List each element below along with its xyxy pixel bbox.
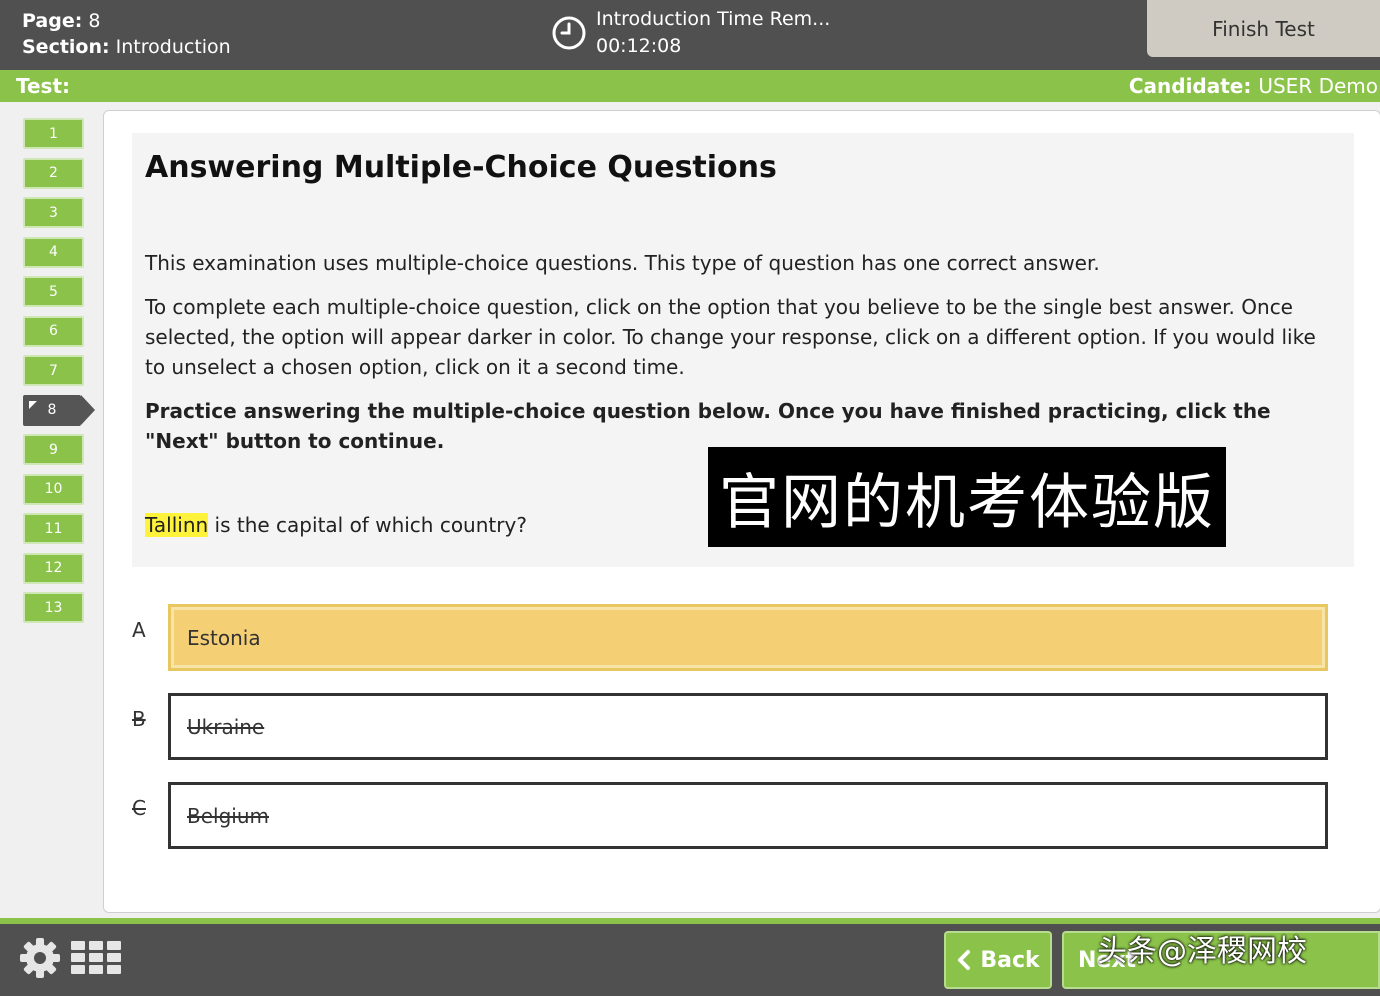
timer-value: 00:12:08: [596, 35, 682, 57]
option-c[interactable]: Belgium: [168, 782, 1328, 849]
candidate-name: USER Demo: [1258, 74, 1378, 98]
timer: Introduction Time Rem... 00:12:08: [550, 6, 830, 60]
question-nav: 1 2 3 4 5 6 7 8 9 10 11 12 13: [23, 118, 103, 632]
clock-icon: [552, 16, 586, 50]
nav-item-12[interactable]: 12: [23, 552, 84, 584]
nav-item-9[interactable]: 9: [23, 434, 84, 465]
nav-item-7[interactable]: 7: [23, 355, 84, 386]
page-number: 8: [88, 10, 101, 32]
option-b[interactable]: Ukraine: [168, 693, 1328, 760]
instruction-paragraph-1: This examination uses multiple-choice qu…: [145, 251, 1100, 275]
section-name: Introduction: [115, 36, 231, 58]
option-c-letter: C: [132, 796, 146, 820]
option-c-text: Belgium: [187, 803, 269, 828]
test-label: Test:: [16, 74, 71, 98]
highlighted-term: Tallinn: [145, 513, 209, 537]
chevron-left-icon: [958, 950, 971, 970]
timer-title: Introduction Time Rem...: [596, 8, 831, 30]
gear-icon[interactable]: [18, 936, 62, 980]
nav-item-1[interactable]: 1: [23, 118, 84, 149]
nav-item-4[interactable]: 4: [23, 236, 84, 268]
info-bar: Test: Candidate: USER Demo: [0, 70, 1380, 102]
finish-test-button[interactable]: Finish Test: [1147, 0, 1380, 57]
bookmark-flag-icon: [29, 400, 37, 409]
watermark-text: 头条@泽稷网校: [1097, 934, 1307, 969]
grid-icon[interactable]: [71, 941, 121, 977]
nav-item-3[interactable]: 3: [23, 197, 84, 228]
nav-item-2[interactable]: 2: [23, 157, 84, 189]
question-text: Tallinn is the capital of which country?: [145, 513, 527, 537]
option-a-text: Estonia: [187, 625, 261, 650]
option-a-letter: A: [132, 618, 146, 642]
page-title: Answering Multiple-Choice Questions: [145, 150, 777, 185]
candidate-label: Candidate:: [1128, 74, 1252, 98]
option-b-text: Ukraine: [187, 714, 265, 739]
overlay-caption: 官网的机考体验版: [708, 447, 1226, 547]
nav-item-5[interactable]: 5: [23, 276, 84, 307]
page-info: Page: 8 Section: Introduction: [22, 8, 231, 60]
option-b-letter: B: [132, 707, 146, 731]
option-a[interactable]: Estonia: [168, 604, 1328, 671]
page-label: Page:: [22, 10, 83, 32]
instruction-paragraph-2: To complete each multiple-choice questio…: [145, 295, 1316, 379]
nav-item-label: 8: [47, 402, 57, 418]
section-label: Section:: [22, 36, 110, 58]
nav-item-8-current[interactable]: 8: [23, 394, 95, 426]
back-button[interactable]: Back: [944, 931, 1052, 989]
nav-item-13[interactable]: 13: [23, 592, 84, 623]
back-label: Back: [980, 947, 1040, 973]
nav-item-11[interactable]: 11: [23, 513, 84, 544]
nav-item-10[interactable]: 10: [23, 473, 84, 505]
question-rest: is the capital of which country?: [208, 513, 527, 537]
candidate-info: Candidate: USER Demo: [1129, 74, 1378, 98]
top-bar: Page: 8 Section: Introduction Introducti…: [0, 0, 1380, 70]
nav-item-6[interactable]: 6: [23, 315, 84, 347]
